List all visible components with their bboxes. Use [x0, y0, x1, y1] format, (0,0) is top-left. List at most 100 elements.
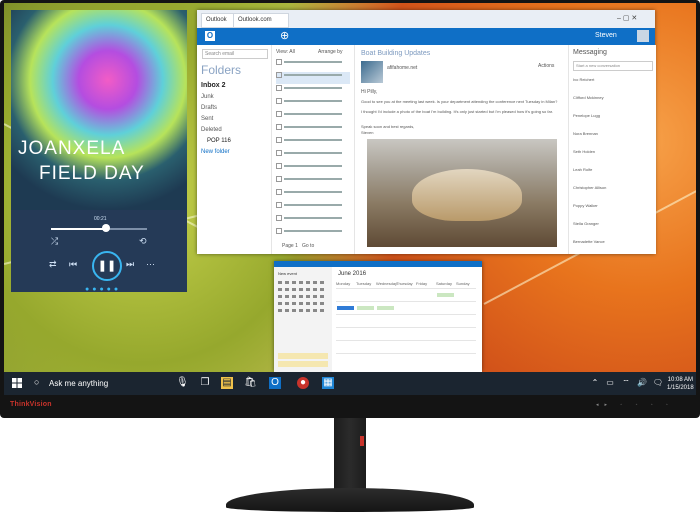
- mini-calendar-day[interactable]: [285, 295, 289, 298]
- message-row[interactable]: [276, 176, 350, 188]
- message-row[interactable]: [276, 124, 350, 136]
- store-icon[interactable]: 🛍: [244, 377, 257, 389]
- mini-calendar-day[interactable]: [278, 295, 282, 298]
- contact-item[interactable]: Clifford Mckinney: [573, 95, 651, 100]
- taskbar-search[interactable]: Ask me anything: [49, 379, 108, 388]
- seek-bar[interactable]: [51, 228, 147, 230]
- calendar-day-cell[interactable]: [356, 314, 376, 327]
- mini-calendar-day[interactable]: [278, 288, 282, 291]
- mini-calendar-day[interactable]: [306, 309, 310, 312]
- mini-calendar-day[interactable]: [278, 302, 282, 305]
- notifications-icon[interactable]: 🗨: [652, 377, 664, 389]
- row-checkbox[interactable]: [276, 228, 282, 234]
- row-checkbox[interactable]: [276, 163, 282, 169]
- calendar-day-cell[interactable]: [396, 301, 416, 314]
- calendar-day-cell[interactable]: [436, 314, 456, 327]
- row-checkbox[interactable]: [276, 98, 282, 104]
- calendar-day-cell[interactable]: [336, 314, 356, 327]
- calendar-day-cell[interactable]: [376, 314, 396, 327]
- calendar-day-cell[interactable]: [376, 340, 396, 353]
- message-row[interactable]: [276, 111, 350, 123]
- calendar-window[interactable]: New event June 2016 Monday Tuesday Wednesd…: [274, 261, 482, 372]
- mini-calendar-day[interactable]: [292, 302, 296, 305]
- message-row[interactable]: [276, 189, 350, 201]
- calendar-day-cell[interactable]: [416, 288, 436, 301]
- calendar-day-cell[interactable]: [456, 353, 476, 366]
- seek-knob[interactable]: [102, 224, 110, 232]
- battery-icon[interactable]: ▭: [604, 377, 616, 389]
- row-checkbox[interactable]: [276, 189, 282, 195]
- calendar-day-cell[interactable]: [376, 327, 396, 340]
- next-icon[interactable]: ⏭: [126, 259, 134, 270]
- more-icon[interactable]: ⋯: [146, 259, 155, 270]
- calendar-day-cell[interactable]: [336, 327, 356, 340]
- volume-icon[interactable]: 🔊: [636, 377, 648, 389]
- contact-item[interactable]: Ivo Reichert: [573, 77, 651, 82]
- mini-calendar-day[interactable]: [299, 281, 303, 284]
- calendar-day-cell[interactable]: [456, 314, 476, 327]
- mini-calendar-day[interactable]: [292, 309, 296, 312]
- contact-item[interactable]: Poppy Walker: [573, 203, 651, 208]
- folder-sent[interactable]: Sent: [201, 116, 213, 122]
- calendar-day-cell[interactable]: [336, 340, 356, 353]
- mini-calendar-day[interactable]: [306, 302, 310, 305]
- calendar-event[interactable]: [437, 293, 454, 297]
- list-view-filter[interactable]: View: All: [276, 49, 295, 55]
- mini-calendar-day[interactable]: [299, 288, 303, 291]
- message-row[interactable]: [276, 59, 350, 71]
- mini-calendar-day[interactable]: [320, 281, 324, 284]
- actions-menu[interactable]: Actions: [538, 63, 554, 69]
- go-to-button[interactable]: Go to: [302, 243, 314, 249]
- folder-drafts[interactable]: Drafts: [201, 105, 217, 111]
- calendar-day-cell[interactable]: [336, 353, 356, 366]
- mini-calendar-day[interactable]: [278, 309, 282, 312]
- row-checkbox[interactable]: [276, 72, 282, 78]
- calendar-day-cell[interactable]: [416, 353, 436, 366]
- message-row[interactable]: [276, 72, 350, 84]
- calendar-day-cell[interactable]: [396, 288, 416, 301]
- calendar-day-cell[interactable]: [416, 301, 436, 314]
- mini-calendar-day[interactable]: [292, 288, 296, 291]
- calendar-day-cell[interactable]: [396, 340, 416, 353]
- microphone-icon[interactable]: 🎙: [176, 377, 189, 389]
- mini-calendar-day[interactable]: [306, 295, 310, 298]
- music-player-window[interactable]: JOANXELA FIELD DAY 00:21 ⤮ ⟲ ⇄ ⏮ ❚❚ ⏭ ⋯ …: [11, 10, 187, 293]
- row-checkbox[interactable]: [276, 215, 282, 221]
- mini-calendar-day[interactable]: [285, 281, 289, 284]
- repeat-icon[interactable]: ⟲: [139, 236, 147, 247]
- new-event-button[interactable]: New event: [278, 271, 297, 276]
- mini-calendar-day[interactable]: [285, 302, 289, 305]
- message-row[interactable]: [276, 150, 350, 162]
- mini-calendar-day[interactable]: [313, 295, 317, 298]
- mini-calendar-day[interactable]: [320, 309, 324, 312]
- calendar-entry[interactable]: [278, 361, 328, 367]
- row-checkbox[interactable]: [276, 137, 282, 143]
- calendar-day-cell[interactable]: [436, 340, 456, 353]
- contact-item[interactable]: Seth Holden: [573, 149, 651, 154]
- calendar-day-cell[interactable]: [356, 288, 376, 301]
- folder-pop[interactable]: POP 116: [207, 138, 231, 144]
- mini-calendar-day[interactable]: [313, 281, 317, 284]
- monitor-buttons[interactable]: ◂▸ ◦ ◦ ◦ ◦: [596, 402, 674, 408]
- taskbar-clock[interactable]: 10:08 AM 1/15/2018: [667, 376, 694, 392]
- message-row[interactable]: [276, 98, 350, 110]
- mini-calendar-day[interactable]: [320, 288, 324, 291]
- contact-item[interactable]: Stella Granger: [573, 221, 651, 226]
- mini-calendar-day[interactable]: [299, 295, 303, 298]
- message-row[interactable]: [276, 163, 350, 175]
- mini-calendar-day[interactable]: [299, 309, 303, 312]
- calendar-day-cell[interactable]: [356, 353, 376, 366]
- row-checkbox[interactable]: [276, 111, 282, 117]
- calendar-day-cell[interactable]: [436, 327, 456, 340]
- mini-calendar-day[interactable]: [278, 281, 282, 284]
- calendar-day-cell[interactable]: [336, 288, 356, 301]
- row-checkbox[interactable]: [276, 124, 282, 130]
- contact-item[interactable]: Nora Brennan: [573, 131, 651, 136]
- calendar-day-cell[interactable]: [396, 314, 416, 327]
- calendar-event[interactable]: [337, 306, 354, 310]
- new-folder-link[interactable]: New folder: [201, 149, 230, 155]
- calendar-day-cell[interactable]: [436, 353, 456, 366]
- calendar-day-cell[interactable]: [456, 301, 476, 314]
- message-row[interactable]: [276, 215, 350, 227]
- folder-deleted[interactable]: Deleted: [201, 127, 222, 133]
